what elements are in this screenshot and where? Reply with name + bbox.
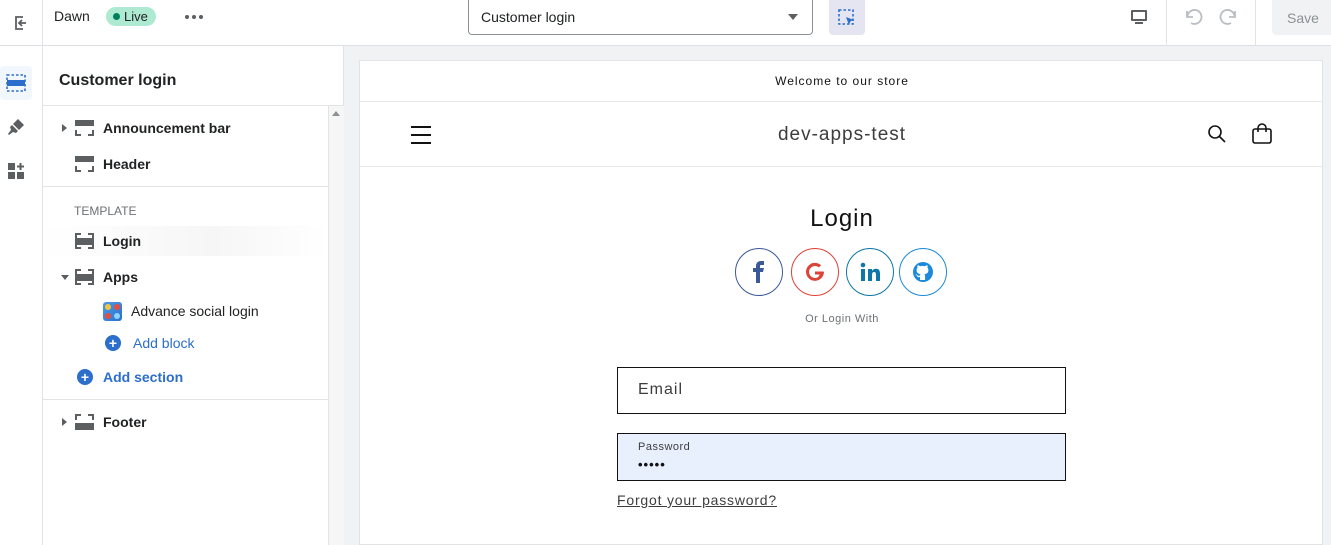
sidebar-item-label: Advance social login	[131, 303, 259, 319]
theme-name: Dawn	[54, 8, 90, 24]
sidebar-title: Customer login	[59, 72, 177, 89]
expand-icon[interactable]	[62, 418, 67, 426]
top-bar: Dawn Live Customer login Save	[0, 0, 1331, 46]
storefront-preview: Welcome to our store dev-apps-test Login…	[359, 60, 1323, 545]
login-title: Login	[810, 205, 874, 232]
sidebar-item-label: Announcement bar	[103, 120, 231, 136]
section-top-icon	[75, 120, 94, 136]
add-block-button[interactable]: + Add block	[105, 335, 194, 351]
add-section-label: Add section	[103, 369, 184, 385]
section-top-icon	[75, 156, 94, 172]
theme-settings-brush-icon[interactable]	[0, 110, 32, 144]
icon-rail	[0, 46, 43, 545]
sidebar-item-label: Login	[103, 233, 142, 249]
more-actions-icon[interactable]	[180, 6, 208, 28]
app-embeds-icon[interactable]	[0, 154, 32, 188]
undo-icon[interactable]	[1179, 4, 1207, 30]
sidebar-item-header[interactable]: Header	[43, 149, 328, 179]
password-field[interactable]: Password •••••	[617, 433, 1066, 481]
app-block-icon	[103, 301, 122, 321]
password-value: •••••	[638, 457, 666, 472]
divider	[43, 105, 344, 106]
or-login-with-text: Or Login With	[805, 313, 879, 325]
google-icon	[806, 262, 824, 281]
sidebar-item-announcement-bar[interactable]: Announcement bar	[43, 113, 328, 143]
linkedin-icon	[860, 262, 880, 281]
inspector-select-icon[interactable]	[829, 0, 865, 35]
github-icon	[913, 262, 933, 282]
divider	[1166, 0, 1167, 46]
google-login-button[interactable]	[791, 248, 839, 296]
expand-icon[interactable]	[62, 124, 67, 132]
save-button[interactable]: Save	[1272, 0, 1331, 35]
forgot-password-link[interactable]: Forgot your password?	[617, 492, 777, 508]
sidebar-scrollbar[interactable]	[328, 106, 344, 545]
sidebar-item-label: Footer	[103, 414, 147, 430]
section-bottom-icon	[75, 414, 94, 430]
sections-icon[interactable]	[0, 66, 32, 100]
sections-sidebar: Customer login Announcement bar Header T…	[43, 46, 344, 545]
live-dot-icon	[113, 13, 120, 20]
divider	[43, 399, 328, 400]
password-label: Password	[638, 441, 691, 453]
collapse-icon[interactable]	[61, 274, 69, 280]
linkedin-login-button[interactable]	[846, 248, 894, 296]
page-select-value: Customer login	[481, 9, 576, 25]
plus-circle-icon: +	[77, 369, 93, 385]
search-icon[interactable]	[1207, 124, 1227, 149]
template-heading: TEMPLATE	[74, 204, 137, 218]
sidebar-item-label: Apps	[103, 269, 138, 285]
sidebar-item-login[interactable]: Login	[43, 226, 328, 256]
announcement-bar: Welcome to our store	[360, 61, 1322, 102]
divider	[1255, 0, 1256, 46]
divider	[43, 186, 328, 187]
redo-icon[interactable]	[1215, 4, 1243, 30]
exit-icon[interactable]	[0, 0, 43, 46]
add-section-button[interactable]: + Add section	[77, 369, 183, 385]
plus-circle-icon: +	[105, 335, 121, 351]
caret-down-icon	[788, 14, 798, 20]
sidebar-item-footer[interactable]: Footer	[43, 407, 328, 437]
add-block-label: Add block	[133, 335, 195, 351]
cart-icon[interactable]	[1251, 123, 1273, 150]
sidebar-item-label: Header	[103, 156, 151, 172]
facebook-login-button[interactable]	[735, 248, 783, 296]
page-select[interactable]: Customer login	[468, 0, 813, 35]
live-badge: Live	[106, 7, 156, 26]
sidebar-item-advance-social-login[interactable]: Advance social login	[43, 296, 328, 326]
store-header: dev-apps-test	[360, 102, 1322, 167]
facebook-icon	[753, 261, 764, 283]
live-badge-label: Live	[124, 9, 148, 24]
github-login-button[interactable]	[899, 248, 947, 296]
store-name[interactable]: dev-apps-test	[360, 124, 1322, 146]
section-mid-icon	[75, 233, 94, 249]
scroll-up-icon[interactable]	[332, 111, 340, 116]
section-mid-icon	[75, 269, 94, 285]
desktop-view-icon[interactable]	[1124, 4, 1154, 30]
email-field[interactable]: Email	[617, 367, 1066, 414]
sidebar-item-apps[interactable]: Apps	[43, 262, 328, 292]
